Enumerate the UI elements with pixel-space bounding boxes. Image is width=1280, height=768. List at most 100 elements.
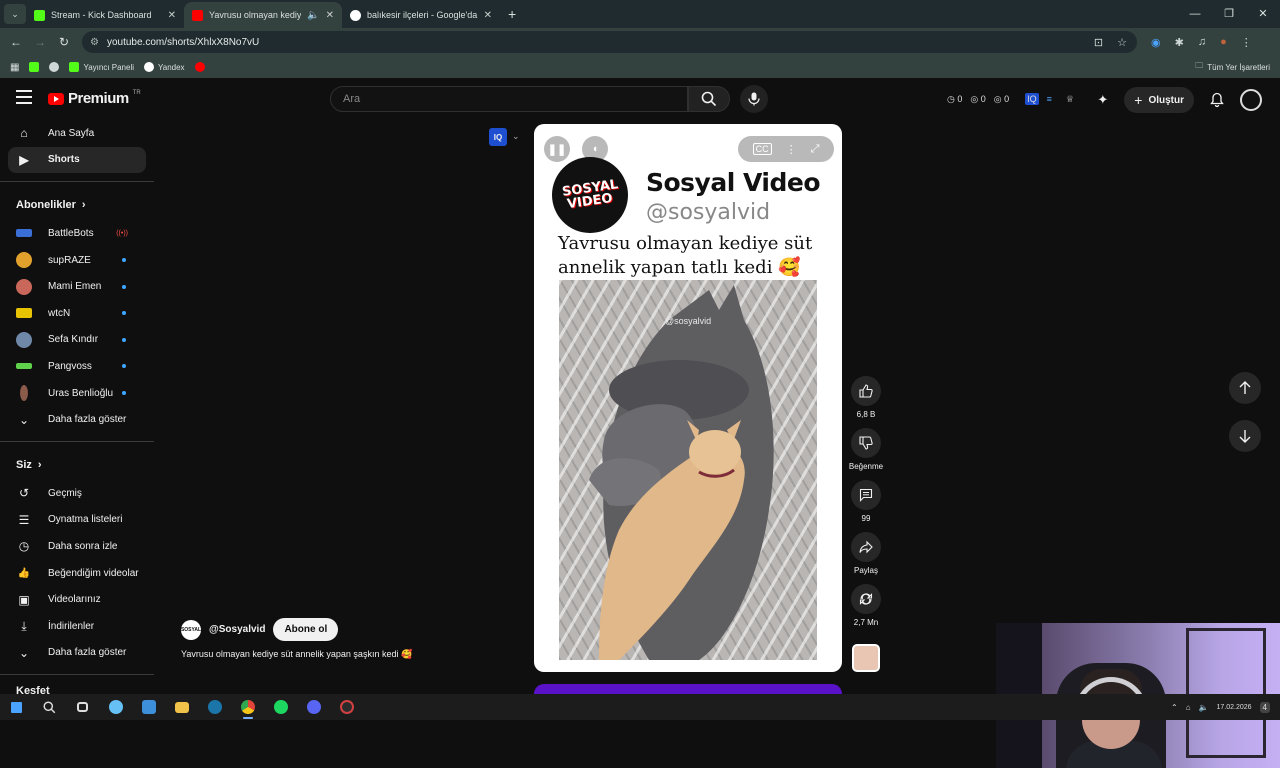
channel-avatar[interactable]: SOSYAL bbox=[181, 619, 201, 640]
sidebar-item-liked-videos[interactable]: 👍 Beğendiğim videolar bbox=[8, 560, 146, 587]
show-more-you[interactable]: ⌄ Daha fazla göster bbox=[8, 640, 146, 667]
subscriptions-header[interactable]: Abonelikler › bbox=[0, 190, 154, 220]
sidebar-item-downloads[interactable]: ⤓ İndirilenler bbox=[8, 613, 146, 640]
close-icon[interactable]: ✕ bbox=[326, 10, 334, 21]
chevron-up-icon[interactable]: ⌃ bbox=[1171, 703, 1178, 712]
more-options-icon[interactable]: ⋮ bbox=[786, 143, 797, 156]
bookmark-yandex[interactable]: Yandex bbox=[144, 62, 185, 72]
show-more-subscriptions[interactable]: ⌄ Daha fazla göster bbox=[8, 406, 146, 433]
extensions-puzzle-icon[interactable]: ✱ bbox=[1175, 36, 1184, 49]
subscription-supraze[interactable]: supRAZE bbox=[8, 247, 146, 274]
ai-sparkle-icon[interactable]: ✦ bbox=[1097, 92, 1108, 108]
browser-tab-google[interactable]: balıkesir ilçeleri - Google'da Ara ✕ bbox=[342, 2, 500, 28]
reload-icon[interactable]: ↻ bbox=[52, 35, 76, 49]
subscribe-button[interactable]: Abone ol bbox=[273, 618, 339, 641]
subscription-pangvoss[interactable]: Pangvoss bbox=[8, 353, 146, 380]
previous-short-button[interactable] bbox=[1229, 372, 1261, 404]
pause-button[interactable]: ❚❚ bbox=[544, 136, 570, 162]
trophy-icon[interactable]: ♕ bbox=[1066, 94, 1074, 105]
volume-icon[interactable]: 🔈 bbox=[1199, 703, 1209, 712]
store-icon[interactable] bbox=[132, 694, 165, 720]
sidebar-item-home[interactable]: ⌂ Ana Sayfa bbox=[8, 120, 146, 147]
install-app-icon[interactable]: ⊡ bbox=[1094, 36, 1103, 49]
sidebar-item-shorts[interactable]: ▶ Shorts bbox=[8, 146, 146, 174]
remix-button[interactable]: 2,7 Mn bbox=[849, 584, 883, 627]
you-header[interactable]: Siz › bbox=[0, 450, 154, 480]
back-icon[interactable]: ← bbox=[4, 35, 28, 49]
windows-start-icon[interactable] bbox=[0, 694, 33, 720]
subscription-wtcn[interactable]: wtcN bbox=[8, 300, 146, 327]
tab-search-menu[interactable]: ⌄ bbox=[4, 4, 26, 24]
account-avatar[interactable] bbox=[1240, 89, 1262, 111]
bookmark-yayinci-paneli[interactable]: Yayıncı Paneli bbox=[69, 62, 134, 72]
close-icon[interactable]: ✕ bbox=[168, 10, 176, 21]
subscription-uras-benlioglu[interactable]: Uras Benlioğlu bbox=[8, 380, 146, 407]
voice-search-button[interactable] bbox=[740, 85, 768, 113]
close-icon[interactable]: ✕ bbox=[484, 10, 492, 21]
profile-avatar-icon[interactable]: ● bbox=[1220, 36, 1227, 49]
iq-extension-icon[interactable]: IQ bbox=[1025, 93, 1039, 105]
minimize-icon[interactable]: — bbox=[1178, 0, 1212, 28]
close-window-icon[interactable]: ✕ bbox=[1246, 0, 1280, 28]
site-info-icon[interactable]: ⚙ bbox=[90, 37, 99, 48]
short-player[interactable]: ❚❚ ◖ CC ⋮ ⤢ SOSYAL VIDEO Sosyal Video @s… bbox=[534, 124, 842, 672]
subscription-mami-emen[interactable]: Mami Emen bbox=[8, 273, 146, 300]
create-button[interactable]: + Oluştur bbox=[1124, 87, 1194, 113]
obs-icon[interactable] bbox=[330, 694, 363, 720]
clock[interactable]: 17.02.2026 bbox=[1217, 703, 1252, 712]
comments-button[interactable]: 99 bbox=[849, 480, 883, 523]
notifications-bell-icon[interactable] bbox=[1210, 92, 1224, 108]
subscription-battlebots[interactable]: BattleBots ((•)) bbox=[8, 220, 146, 247]
share-button[interactable]: Paylaş bbox=[849, 532, 883, 575]
steam-icon-2[interactable] bbox=[198, 694, 231, 720]
all-bookmarks[interactable]: 🗀 Tüm Yer İşaretleri bbox=[1195, 60, 1270, 74]
next-short-preview[interactable] bbox=[534, 684, 842, 694]
search-input[interactable]: Ara bbox=[330, 86, 688, 112]
logo-country: TR bbox=[132, 89, 141, 96]
bookmark-kick[interactable] bbox=[29, 62, 40, 72]
channel-avatar bbox=[20, 385, 28, 402]
fullscreen-icon[interactable]: ⤢ bbox=[811, 143, 820, 156]
browser-tab-youtube[interactable]: Yavrusu olmayan kediye süt 🔈 ✕ bbox=[184, 2, 342, 28]
task-view-icon[interactable] bbox=[66, 694, 99, 720]
bookmark-youtube[interactable] bbox=[194, 62, 205, 72]
dislike-button[interactable]: Beğenme bbox=[849, 428, 883, 471]
bookmark-star-icon[interactable]: ☆ bbox=[1117, 36, 1127, 49]
browser-menu-icon[interactable]: ⋮ bbox=[1241, 36, 1252, 49]
bookmark-site[interactable] bbox=[49, 62, 60, 72]
iq-extension-icon[interactable]: IQ bbox=[489, 128, 507, 146]
new-tab-button[interactable]: + bbox=[508, 6, 516, 22]
subscription-sefa-kindir[interactable]: Sefa Kındır bbox=[8, 327, 146, 354]
sidebar-item-your-videos[interactable]: ▣ Videolarınız bbox=[8, 586, 146, 613]
forward-icon[interactable]: → bbox=[28, 35, 52, 49]
sidebar-item-playlists[interactable]: ☰ Oynatma listeleri bbox=[8, 507, 146, 534]
menu-icon[interactable] bbox=[16, 90, 32, 104]
notification-icon[interactable]: 4 bbox=[1259, 701, 1270, 713]
channel-handle-link[interactable]: @Sosyalvid bbox=[209, 624, 265, 635]
media-control-icon[interactable]: ♫ bbox=[1198, 36, 1206, 49]
like-button[interactable]: 6,8 B bbox=[849, 376, 883, 419]
steam-icon[interactable] bbox=[99, 694, 132, 720]
chrome-icon[interactable] bbox=[231, 694, 264, 720]
sound-thumbnail[interactable] bbox=[852, 644, 880, 672]
restore-icon[interactable]: ❐ bbox=[1212, 0, 1246, 28]
browser-tab-kick[interactable]: Stream - Kick Dashboard ✕ bbox=[26, 2, 184, 28]
sidebar-item-history[interactable]: ↺ Geçmiş bbox=[8, 480, 146, 507]
search-button[interactable] bbox=[688, 86, 730, 112]
network-icon[interactable]: ⌂ bbox=[1186, 703, 1191, 712]
youtube-premium-logo[interactable]: Premium TR bbox=[48, 90, 141, 107]
filter-icon[interactable]: ≡ bbox=[1047, 94, 1052, 104]
short-title[interactable]: Yavrusu olmayan kediye süt annelik yapan… bbox=[181, 649, 412, 660]
captions-icon[interactable]: CC bbox=[752, 143, 772, 155]
apps-grid-icon[interactable]: ▦ bbox=[10, 62, 19, 73]
spotify-icon[interactable] bbox=[264, 694, 297, 720]
speaker-icon[interactable]: 🔈 bbox=[307, 10, 319, 21]
search-icon[interactable] bbox=[33, 694, 66, 720]
explorer-icon[interactable] bbox=[165, 694, 198, 720]
sidebar-item-watch-later[interactable]: ◷ Daha sonra izle bbox=[8, 533, 146, 560]
next-short-button[interactable] bbox=[1229, 420, 1261, 452]
extension-icon[interactable]: ◉ bbox=[1151, 36, 1161, 49]
chevron-down-icon[interactable]: ⌄ bbox=[512, 131, 520, 142]
discord-icon[interactable] bbox=[297, 694, 330, 720]
url-bar[interactable]: ⚙ youtube.com/shorts/XhlxX8No7vU ⊡ ☆ bbox=[82, 31, 1137, 53]
